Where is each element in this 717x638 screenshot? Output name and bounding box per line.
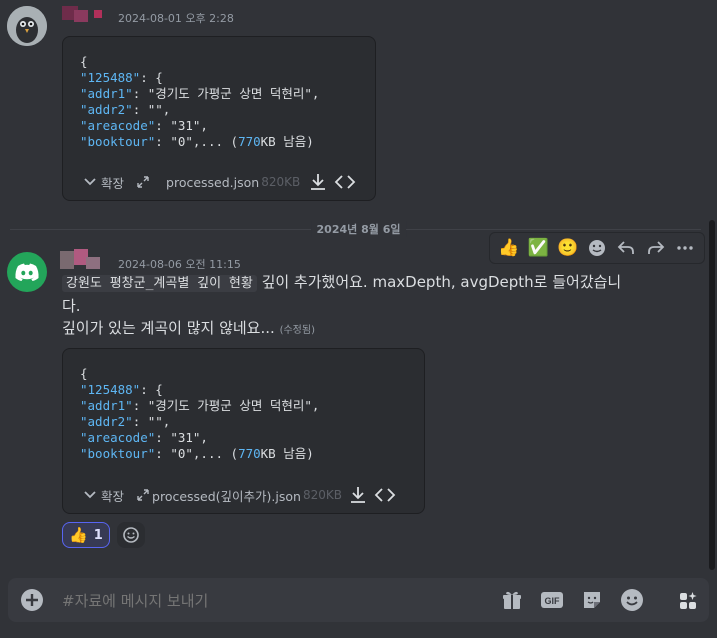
message-text: 깊이 추가했어요. maxDepth, avgDepth로 들어갔습니	[256, 273, 622, 291]
download-icon[interactable]	[348, 485, 368, 505]
forward-icon[interactable]	[644, 236, 668, 260]
code-preview: { "125488": { "addr1": "경기도 가평군 상면 덕현리",…	[80, 54, 320, 149]
apps-icon	[680, 592, 697, 609]
upload-button[interactable]	[20, 588, 44, 612]
message-text: 다.	[62, 297, 81, 315]
message-hover-toolbar: 👍 ✅ 🙂	[489, 232, 705, 264]
message-input[interactable]	[60, 586, 484, 616]
edited-label: (수정됨)	[279, 325, 315, 336]
gif-button[interactable]: GIF	[540, 588, 564, 612]
expand-button[interactable]: 확장	[83, 173, 124, 192]
avatar[interactable]	[7, 6, 47, 46]
more-options-icon[interactable]	[673, 236, 697, 260]
attachment-footer: 확장 processed.json 820KB	[63, 164, 375, 200]
attachment-filesize: 820KB	[302, 488, 342, 502]
add-reaction-button[interactable]	[117, 522, 145, 548]
message-composer: GIF	[8, 578, 709, 622]
code-view-icon[interactable]	[374, 485, 396, 505]
emoji-icon	[621, 589, 643, 611]
avatar[interactable]	[7, 252, 47, 292]
message-line: 깊이가 있는 계곡이 많지 않네요... (수정됨)	[62, 317, 662, 342]
attachment-filesize: 820KB	[261, 175, 301, 189]
expand-label: 확장	[101, 488, 125, 504]
date-divider-label: 2024년 8월 6일	[310, 221, 407, 237]
scrollbar[interactable]	[709, 220, 715, 570]
emoji-button[interactable]	[620, 588, 644, 612]
download-icon[interactable]	[308, 172, 328, 192]
plus-circle-icon	[21, 589, 43, 611]
reaction-thumbs-up[interactable]: 👍 1	[62, 522, 110, 548]
reaction-emoji: 👍	[69, 526, 88, 544]
channel-mention[interactable]: 강원도 평창군_계곡별 깊이 현황	[62, 275, 257, 292]
chevron-down-icon	[84, 491, 96, 499]
gif-icon: GIF	[541, 592, 563, 608]
add-reaction-icon[interactable]	[585, 236, 609, 260]
code-preview: { "125488": { "addr1": "경기도 가평군 상면 덕현리",…	[80, 366, 320, 461]
expand-label: 확장	[101, 175, 125, 191]
reply-icon[interactable]	[614, 236, 638, 260]
sticker-button[interactable]	[580, 588, 604, 612]
file-attachment: { "125488": { "addr1": "경기도 가평군 상면 덕현리",…	[62, 348, 425, 514]
message-timestamp: 2024-08-06 오전 11:15	[118, 258, 241, 271]
add-reaction-icon	[123, 527, 139, 543]
message-line: 강원도 평창군_계곡별 깊이 현황 깊이 추가했어요. maxDepth, av…	[62, 271, 662, 295]
expand-button[interactable]: 확장	[83, 486, 124, 505]
attachment-filename[interactable]: processed(깊이추가).json	[152, 486, 301, 505]
discord-logo-icon	[15, 263, 39, 281]
username-redacted[interactable]	[62, 4, 106, 24]
reaction-count: 1	[93, 527, 103, 543]
sticker-icon	[584, 592, 600, 608]
message-content: 강원도 평창군_계곡별 깊이 현황 깊이 추가했어요. maxDepth, av…	[62, 271, 662, 342]
expand-arrows-icon[interactable]	[136, 175, 150, 189]
chevron-down-icon	[84, 178, 96, 186]
svg-text:GIF: GIF	[545, 596, 561, 606]
username-redacted[interactable]	[60, 249, 106, 271]
attachment-footer: 확장 processed(깊이추가).json 820KB	[63, 477, 424, 513]
avatar-image	[7, 6, 47, 46]
quick-reaction-check[interactable]: ✅	[526, 236, 550, 260]
apps-button[interactable]	[675, 588, 701, 614]
message-timestamp: 2024-08-01 오후 2:28	[118, 12, 234, 25]
gift-icon	[503, 591, 521, 609]
expand-arrows-icon[interactable]	[136, 488, 150, 502]
code-view-icon[interactable]	[334, 172, 356, 192]
quick-reaction-thumbs-up[interactable]: 👍	[497, 236, 521, 260]
quick-reaction-smile[interactable]: 🙂	[556, 236, 580, 260]
gift-button[interactable]	[500, 588, 524, 612]
attachment-filename[interactable]: processed.json	[166, 175, 259, 190]
message-text: 깊이가 있는 계곡이 많지 않네요...	[62, 319, 275, 337]
file-attachment: { "125488": { "addr1": "경기도 가평군 상면 덕현리",…	[62, 36, 376, 201]
